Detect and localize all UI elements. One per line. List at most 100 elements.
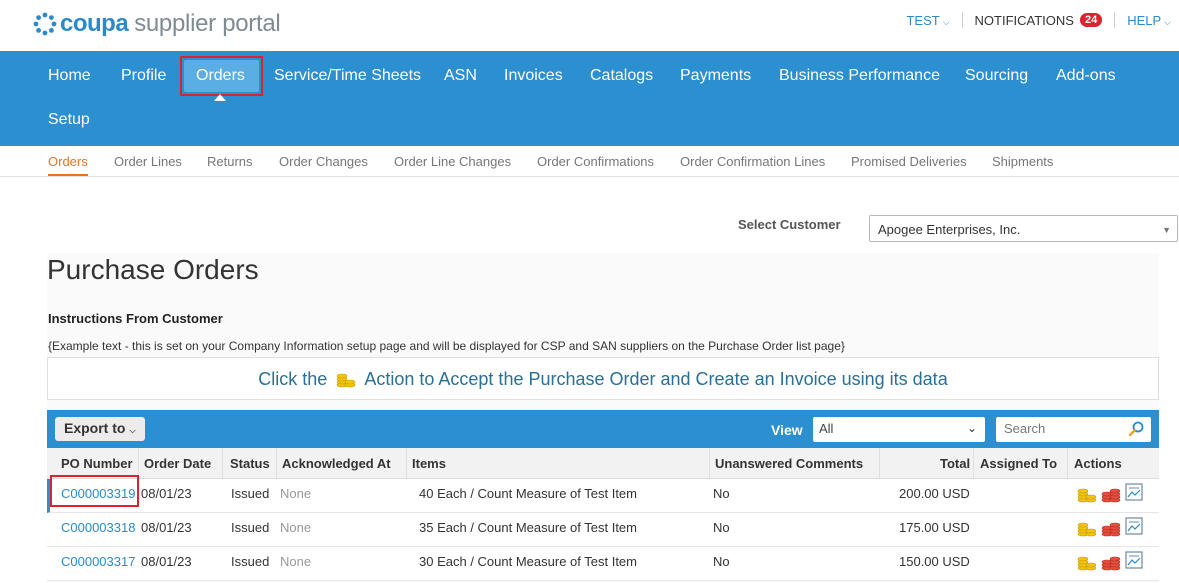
divider (961, 12, 963, 28)
col-order-date[interactable]: Order Date (144, 456, 211, 471)
top-bar: coupa supplier portal TEST ⌵ NOTIFICATION… (0, 0, 1179, 51)
select-customer-label: Select Customer (738, 217, 841, 232)
chevron-down-icon: ⌵ (1164, 16, 1171, 27)
print-view-icon[interactable] (1125, 517, 1143, 535)
search-placeholder: Search (1004, 421, 1046, 436)
nav-service-time-sheets[interactable]: Service/Time Sheets (274, 67, 421, 85)
view-label: View (771, 422, 803, 438)
nav-business-performance[interactable]: Business Performance (779, 67, 940, 85)
subnav-order-confirmations[interactable]: Order Confirmations (537, 154, 654, 169)
search-input[interactable]: Search (996, 417, 1151, 442)
unanswered-comments: No (713, 520, 730, 535)
divider (1114, 12, 1116, 28)
help-label: HELP (1127, 12, 1162, 28)
table-header: PO Number Order Date Status Acknowledged… (47, 448, 1159, 479)
print-view-icon[interactable] (1125, 551, 1143, 569)
user-menu-label: TEST (906, 12, 940, 28)
nav-profile[interactable]: Profile (121, 67, 166, 85)
subnav-promised-deliveries[interactable]: Promised Deliveries (851, 154, 967, 169)
main-nav: Home Profile Orders Service/Time Sheets … (0, 51, 1179, 146)
po-number-link[interactable]: C000003317 (61, 554, 135, 569)
credit-note-red-coins-icon[interactable] (1101, 551, 1121, 571)
nav-add-ons[interactable]: Add-ons (1056, 67, 1116, 85)
column-divider (973, 448, 974, 479)
column-divider (709, 448, 710, 479)
nav-home[interactable]: Home (48, 67, 91, 85)
gold-coins-icon (337, 373, 356, 388)
subnav-shipments[interactable]: Shipments (992, 154, 1053, 169)
po-number-link[interactable]: C000003318 (61, 520, 135, 535)
subnav-order-confirmation-lines[interactable]: Order Confirmation Lines (680, 154, 825, 169)
row-actions (1077, 517, 1143, 537)
notifications-badge: 24 (1079, 13, 1103, 27)
nav-asn[interactable]: ASN (444, 67, 477, 85)
order-date: 08/01/23 (141, 520, 192, 535)
instructions-title: Instructions From Customer (48, 311, 223, 326)
nav-invoices[interactable]: Invoices (504, 67, 563, 85)
sub-nav: Orders Order Lines Returns Order Changes… (0, 146, 1179, 177)
view-select-value: All (819, 421, 834, 436)
user-menu[interactable]: TEST ⌵ (906, 13, 949, 28)
create-invoice-gold-coins-icon[interactable] (1077, 483, 1097, 503)
col-items[interactable]: Items (412, 456, 446, 471)
col-unanswered-comments[interactable]: Unanswered Comments (715, 456, 863, 471)
nav-orders[interactable]: Orders (196, 67, 245, 85)
subnav-order-changes[interactable]: Order Changes (279, 154, 368, 169)
acknowledged-at: None (280, 554, 312, 569)
nav-setup[interactable]: Setup (48, 111, 90, 129)
customer-select-value: Apogee Enterprises, Inc. (878, 222, 1021, 237)
acknowledged-at: None (280, 486, 312, 501)
unanswered-comments: No (713, 554, 730, 569)
nav-sourcing[interactable]: Sourcing (965, 67, 1028, 85)
notifications-link[interactable]: NOTIFICATIONS 24 (975, 13, 1103, 28)
create-invoice-gold-coins-icon[interactable] (1077, 551, 1097, 571)
table-toolbar: Export to ⌵ View All ⌄ Search (47, 410, 1159, 448)
credit-note-red-coins-icon[interactable] (1101, 483, 1121, 503)
coupa-logo-icon (33, 12, 57, 36)
logo-subtitle: supplier portal (134, 10, 281, 37)
acknowledged-at: None (280, 520, 312, 535)
export-to-button[interactable]: Export to ⌵ (55, 417, 145, 441)
table-row: C000003319 08/01/23 Issued None 40 Each … (47, 479, 1159, 513)
table-row: C000003318 08/01/23 Issued None 35 Each … (47, 513, 1159, 547)
items: 30 Each / Count Measure of Test Item (419, 554, 637, 569)
coupa-logo[interactable]: coupa supplier portal (32, 10, 281, 38)
column-divider (1067, 448, 1068, 479)
search-icon[interactable] (1127, 420, 1145, 438)
chevron-down-icon: ⌵ (129, 426, 136, 435)
order-date: 08/01/23 (141, 554, 192, 569)
help-menu[interactable]: HELP ⌵ (1127, 13, 1171, 28)
print-view-icon[interactable] (1125, 483, 1143, 501)
column-divider (276, 448, 277, 479)
chevron-down-icon: ⌄ (966, 421, 977, 435)
subnav-order-lines[interactable]: Order Lines (114, 154, 182, 169)
callout-banner: Click the Action to Accept the Purchase … (47, 357, 1159, 400)
status: Issued (231, 486, 270, 501)
credit-note-red-coins-icon[interactable] (1101, 517, 1121, 537)
top-right-menu: TEST ⌵ NOTIFICATIONS 24 HELP ⌵ (906, 12, 1171, 28)
nav-payments[interactable]: Payments (680, 67, 751, 85)
export-label: Export to (64, 420, 126, 436)
col-total[interactable]: Total (940, 456, 970, 471)
unanswered-comments: No (713, 486, 730, 501)
callout-text-before: Click the (258, 369, 328, 389)
create-invoice-gold-coins-icon[interactable] (1077, 517, 1097, 537)
items: 35 Each / Count Measure of Test Item (419, 520, 637, 535)
status: Issued (231, 554, 270, 569)
col-po-number[interactable]: PO Number (61, 456, 133, 471)
subnav-returns[interactable]: Returns (207, 154, 253, 169)
col-acknowledged-at[interactable]: Acknowledged At (282, 456, 391, 471)
total: 175.00 USD (899, 520, 970, 535)
col-assigned-to[interactable]: Assigned To (980, 456, 1057, 471)
chevron-down-icon: ⌵ (942, 16, 950, 27)
logo-word: coupa (60, 10, 129, 37)
table-row: C000003317 08/01/23 Issued None 30 Each … (47, 547, 1159, 581)
nav-catalogs[interactable]: Catalogs (590, 67, 653, 85)
subnav-order-line-changes[interactable]: Order Line Changes (394, 154, 511, 169)
view-select[interactable]: All ⌄ (813, 417, 985, 442)
col-status[interactable]: Status (230, 456, 270, 471)
customer-select[interactable]: Apogee Enterprises, Inc. ▼ (869, 215, 1178, 242)
subnav-orders[interactable]: Orders (48, 154, 88, 169)
column-divider (406, 448, 407, 479)
items: 40 Each / Count Measure of Test Item (419, 486, 637, 501)
